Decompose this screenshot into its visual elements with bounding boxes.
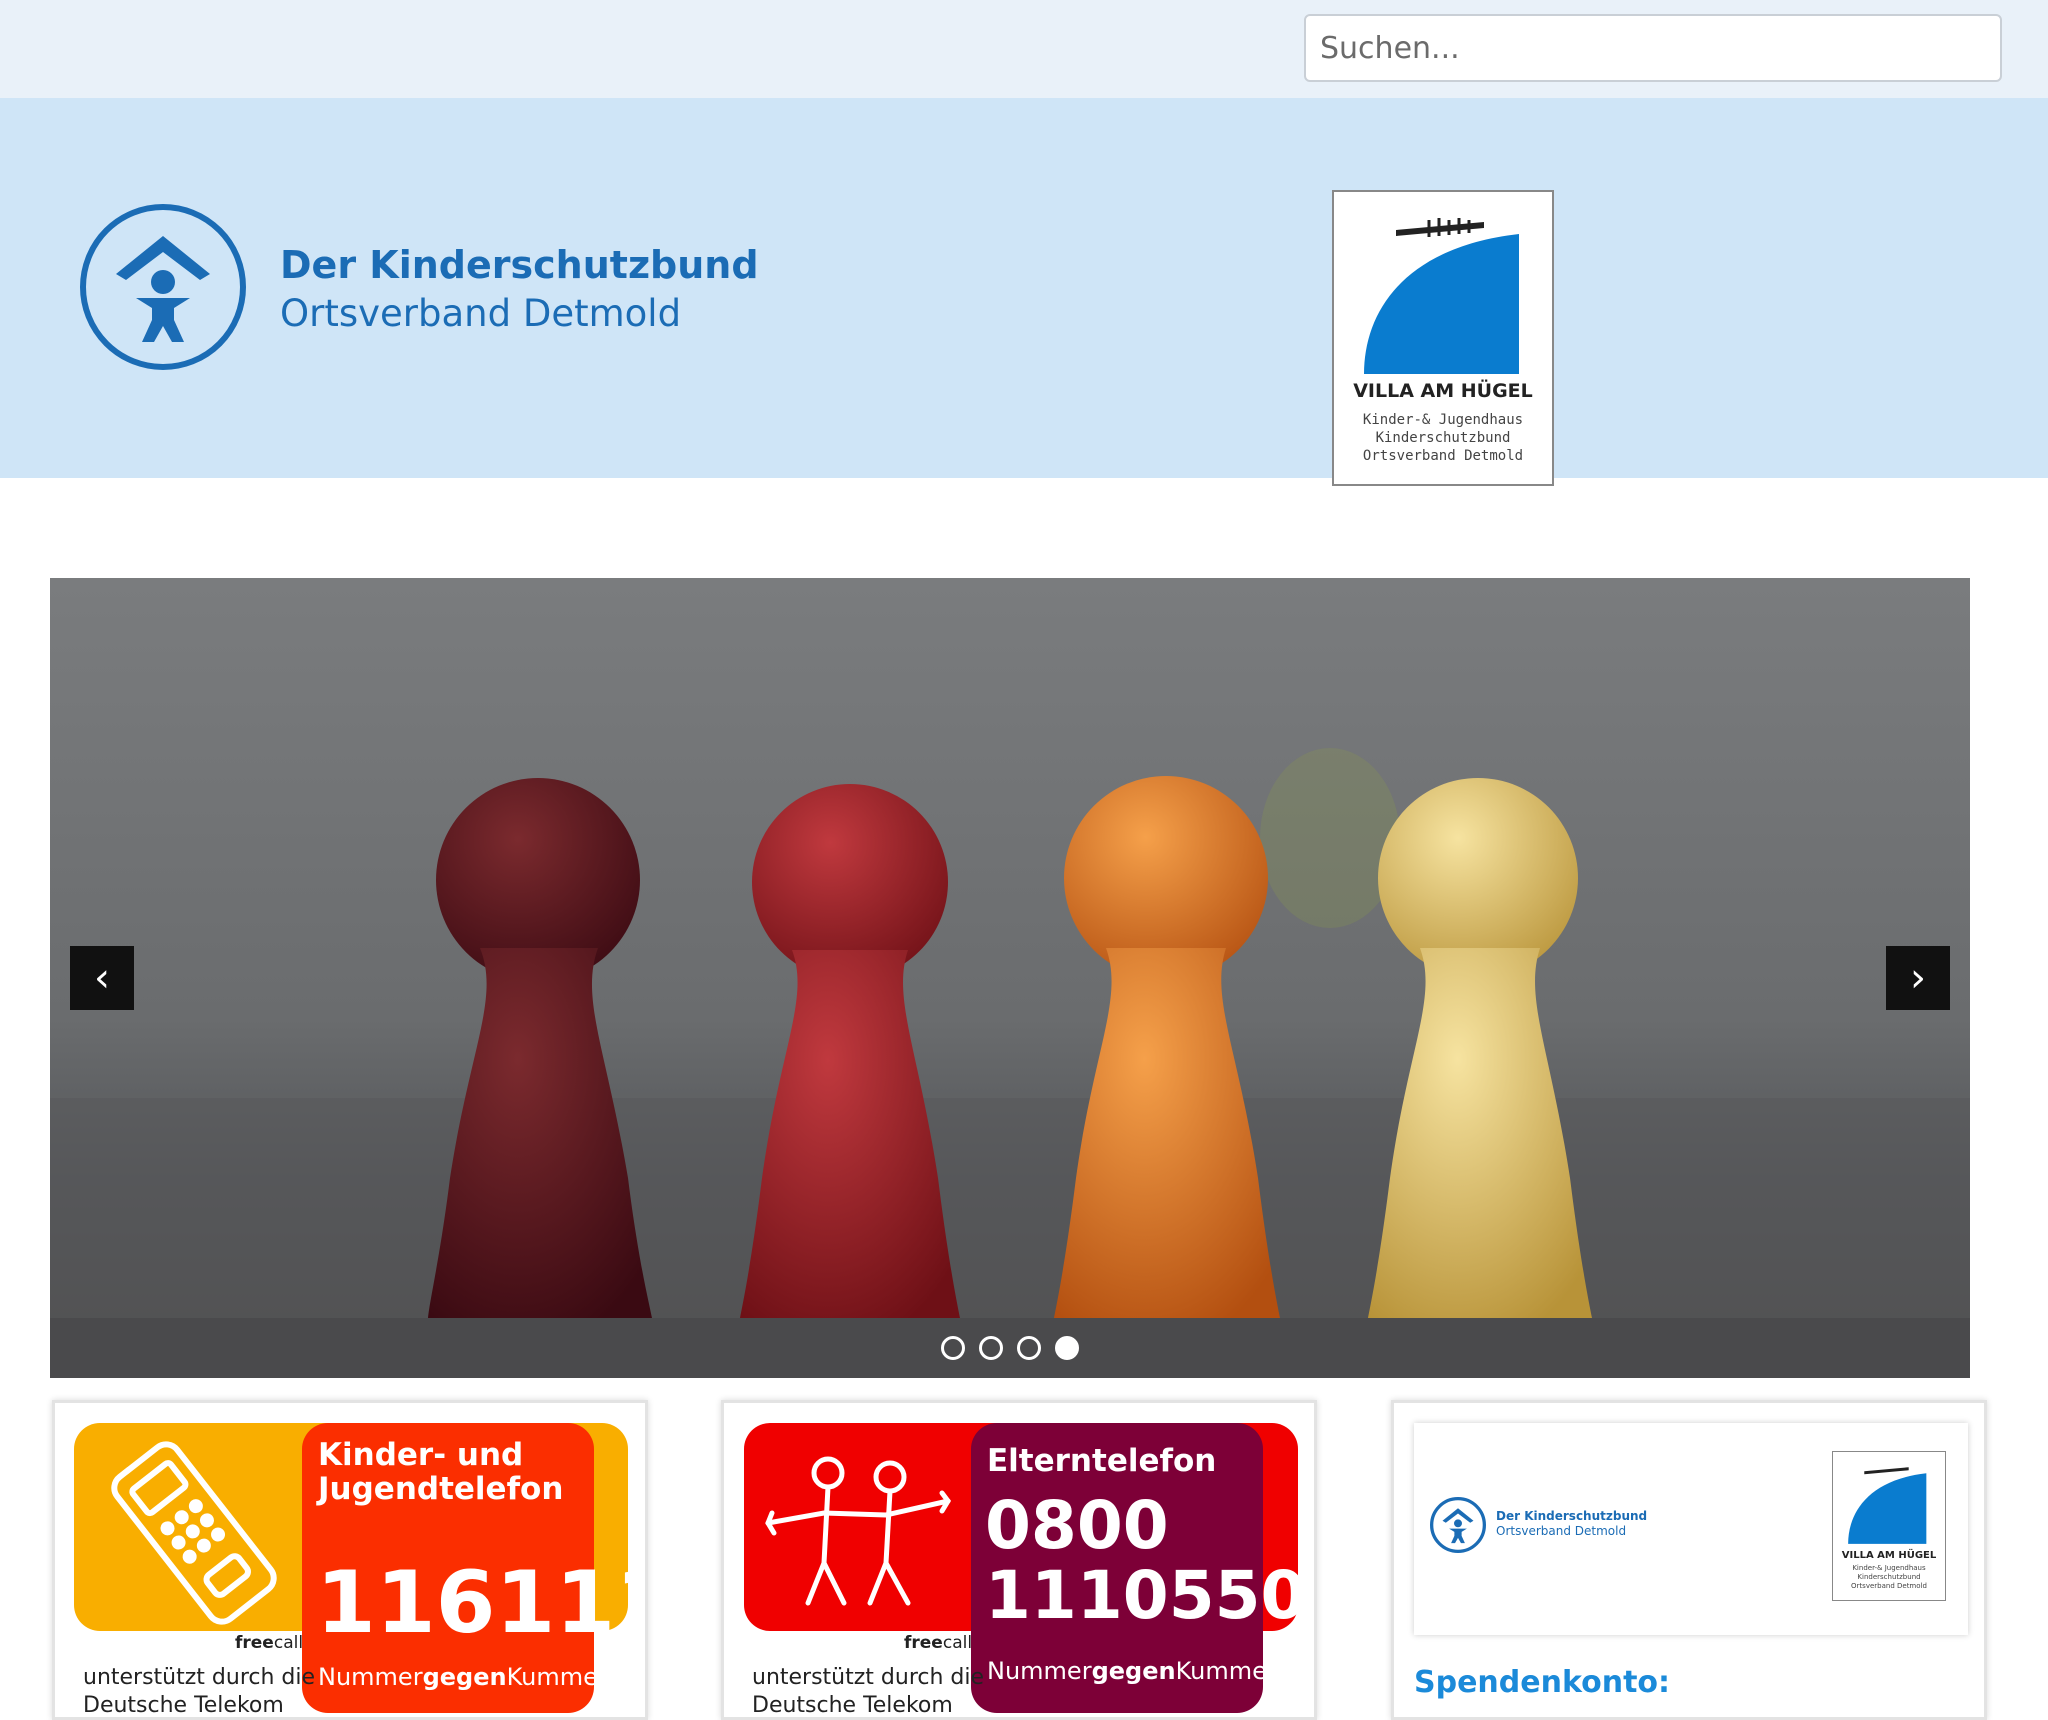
freecall-label: freecall — [904, 1633, 972, 1653]
search-input[interactable] — [1304, 14, 2002, 82]
carousel-prev-button[interactable]: ‹ — [70, 946, 134, 1010]
image-carousel[interactable]: ‹ › — [50, 578, 1970, 1378]
top-bar — [0, 0, 2048, 98]
mini-brand-subtitle: Ortsverband Detmold — [1496, 1524, 1627, 1538]
carousel-next-button[interactable]: › — [1886, 946, 1950, 1010]
freecall-part: free — [235, 1633, 274, 1653]
freecall-part: call — [942, 1633, 973, 1653]
villa-title: VILLA AM HÜGEL — [1353, 380, 1533, 402]
child-house-icon — [80, 204, 246, 370]
villa-line: Kinder-& Jugendhaus — [1362, 412, 1524, 428]
mini-villa-line: Ortsverband Detmold — [1851, 1582, 1927, 1590]
villa-hill-icon — [1848, 1467, 1927, 1544]
red-panel: Kinder- und Jugendtelefon 116111 Nummerg… — [302, 1423, 645, 1713]
villa-line: Ortsverband Detmold — [1362, 448, 1524, 464]
freecall-part: call — [273, 1633, 304, 1653]
support-text: Deutsche Telekom — [752, 1693, 953, 1718]
carousel-dot[interactable] — [1017, 1336, 1041, 1360]
mini-villa-logo: VILLA AM HÜGEL Kinder-& Jugendhaus Kinde… — [1832, 1451, 1946, 1601]
slogan-part: Nummer — [318, 1663, 423, 1691]
slogan: NummergegenKummer — [318, 1663, 608, 1691]
slogan: NummergegenKummer — [987, 1657, 1277, 1685]
purple-panel: Elterntelefon 0800 1110550 NummergegenKu… — [971, 1423, 1306, 1713]
spendenkonto-card[interactable]: Der Kinderschutzbund Ortsverband Detmold… — [1391, 1400, 1987, 1720]
slogan-part: gegen — [1091, 1657, 1176, 1685]
villa-am-huegel-logo[interactable]: VILLA AM HÜGEL Kinder-& Jugendhaus Kinde… — [1332, 190, 1554, 486]
card-title-line: Kinder- und — [318, 1437, 524, 1473]
villa-hill-icon — [1364, 218, 1519, 374]
mini-villa-title: VILLA AM HÜGEL — [1841, 1550, 1937, 1561]
site-header: Der Kinderschutzbund Ortsverband Detmold — [0, 98, 2048, 478]
phone-number: 0800 — [985, 1487, 1169, 1564]
carousel-slide-image — [50, 578, 1970, 1378]
slogan-part: Kummer — [506, 1663, 608, 1691]
slogan-part: gegen — [422, 1663, 507, 1691]
mini-villa-line: Kinder-& Jugendhaus — [1852, 1564, 1926, 1572]
support-text: unterstützt durch die — [752, 1665, 985, 1690]
spendenkonto-heading: Spendenkonto: — [1414, 1665, 1671, 1700]
mini-villa-line: Kinderschutzbund — [1857, 1573, 1921, 1581]
elterntelefon-card[interactable]: Elterntelefon 0800 1110550 NummergegenKu… — [721, 1400, 1317, 1720]
carousel-dot-active[interactable] — [1055, 1336, 1079, 1360]
card-title-line: Jugendtelefon — [318, 1471, 564, 1507]
carousel-indicators — [50, 1336, 1970, 1360]
slogan-part: Nummer — [987, 1657, 1092, 1685]
chevron-right-icon: › — [1910, 955, 1926, 1001]
freecall-label: freecall — [235, 1633, 303, 1653]
kinder-jugendtelefon-card[interactable]: Kinder- und Jugendtelefon 116111 Nummerg… — [52, 1400, 648, 1720]
villa-line: Kinderschutzbund — [1375, 430, 1511, 446]
support-text: Deutsche Telekom — [83, 1693, 284, 1718]
phone-icon — [111, 1441, 277, 1625]
freecall-part: free — [904, 1633, 943, 1653]
support-text: unterstützt durch die — [83, 1665, 316, 1690]
carousel-dot[interactable] — [979, 1336, 1003, 1360]
carousel-dot[interactable] — [941, 1336, 965, 1360]
brand-title: Der Kinderschutzbund — [280, 243, 759, 287]
phone-number: 116111 — [316, 1553, 648, 1653]
logos-banner: Der Kinderschutzbund Ortsverband Detmold… — [1414, 1423, 1968, 1635]
chevron-left-icon: ‹ — [94, 955, 110, 1001]
phone-number: 1110550 — [985, 1557, 1307, 1634]
brand-subtitle: Ortsverband Detmold — [280, 292, 682, 335]
card-title: Elterntelefon — [987, 1443, 1217, 1479]
slogan-part: Kummer — [1175, 1657, 1277, 1685]
child-house-icon — [1430, 1497, 1486, 1553]
mini-brand-title: Der Kinderschutzbund — [1496, 1509, 1648, 1523]
parents-icon — [765, 1456, 952, 1606]
kinderschutzbund-logo[interactable] — [78, 202, 248, 376]
